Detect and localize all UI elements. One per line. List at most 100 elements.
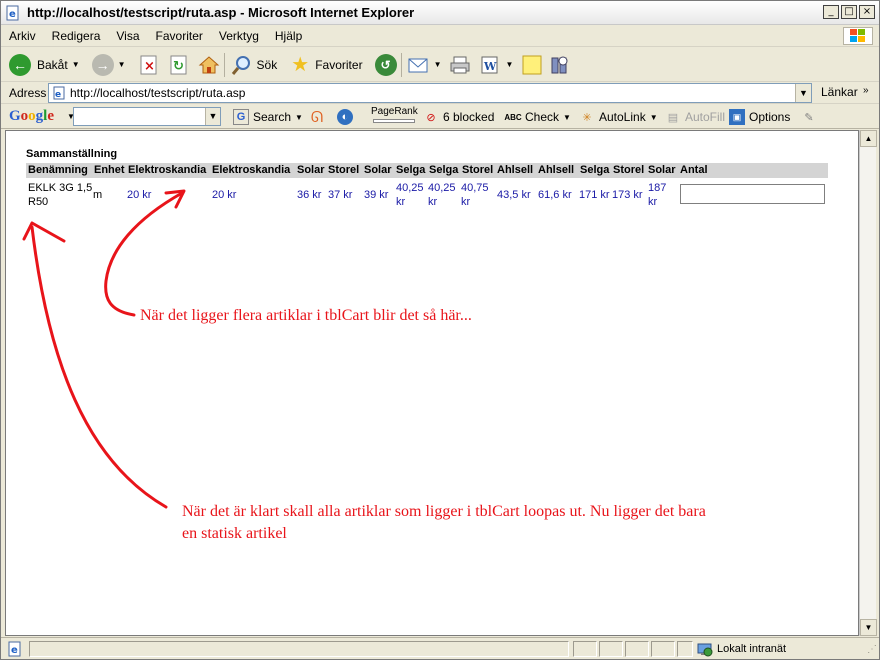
toolbar-separator (223, 52, 225, 77)
stop-button[interactable]: × (138, 54, 160, 76)
minimize-button[interactable]: _ (823, 5, 839, 19)
vertical-scrollbar[interactable]: ▲ ▼ (859, 130, 877, 636)
google-web-icon[interactable]: ᘏ (309, 109, 329, 126)
print-button[interactable] (449, 54, 471, 76)
forward-button[interactable]: → ▼ (91, 53, 126, 76)
back-dropdown-icon[interactable]: ▼ (72, 60, 80, 69)
star-icon: ★ (291, 54, 310, 76)
research-button[interactable] (549, 54, 571, 76)
autolink-button[interactable]: ✳ AutoLink ▼ (579, 109, 658, 125)
highlight-pen-icon[interactable]: ✎ (801, 109, 821, 125)
google-logo[interactable]: Google (9, 108, 54, 125)
svg-text:↻: ↻ (173, 59, 184, 74)
maximize-button[interactable]: □ (841, 5, 857, 19)
ie-status-icon: e (8, 641, 21, 657)
home-icon (198, 54, 220, 76)
pagerank-indicator[interactable]: PageRank (371, 107, 418, 123)
status-cell (651, 641, 675, 657)
search-button[interactable]: Sök (231, 54, 278, 76)
google-globe-icon[interactable]: ◐ (337, 109, 357, 125)
menu-hjalp[interactable]: Hjälp (267, 29, 310, 43)
svg-text:e: e (11, 645, 18, 656)
svg-text:e: e (55, 90, 61, 100)
abc-check-icon: ABC (504, 112, 522, 122)
menu-redigera[interactable]: Redigera (44, 29, 109, 43)
menu-visa[interactable]: Visa (108, 29, 147, 43)
back-arrow-icon: ← (9, 53, 31, 76)
search-label: Sök (256, 57, 278, 72)
menu-verktyg[interactable]: Verktyg (211, 29, 267, 43)
status-cell (677, 641, 693, 657)
home-button[interactable] (198, 54, 220, 76)
status-cell (599, 641, 623, 657)
options-button[interactable]: ▣ Options (729, 109, 790, 125)
spellcheck-button[interactable]: ABC Check ▼ (504, 109, 571, 125)
favorites-button[interactable]: ★ Favoriter (289, 54, 362, 76)
mail-dropdown-icon[interactable]: ▼ (434, 60, 442, 69)
scroll-up-icon[interactable]: ▲ (860, 130, 877, 147)
blocked-label: 6 blocked (443, 110, 495, 124)
google-search-dropdown-icon[interactable]: ▼ (205, 108, 220, 125)
mail-button[interactable]: ▼ (408, 54, 442, 76)
google-g-icon: G (233, 109, 249, 125)
autolink-icon: ✳ (582, 111, 592, 124)
address-bar: Adress e http://localhost/testscript/rut… (1, 82, 879, 104)
address-input[interactable]: e http://localhost/testscript/ruta.asp ▼ (48, 83, 812, 103)
pagerank-bar (373, 119, 416, 123)
stop-icon: × (138, 54, 160, 76)
status-bar: e Lokalt intranät ⋰ (1, 637, 879, 659)
title-bar: e http://localhost/testscript/ruta.asp -… (1, 1, 879, 25)
printer-icon (449, 54, 471, 76)
google-search-caret-icon[interactable]: ▼ (295, 113, 303, 122)
annotation-loop-line2: en statisk artikel (182, 525, 287, 542)
page-content: Sammanställning Benämning Enhet Elektros… (5, 130, 859, 636)
svg-text:W: W (483, 60, 497, 73)
svg-text:e: e (9, 9, 16, 20)
autolink-caret-icon[interactable]: ▼ (650, 113, 658, 122)
arrow-to-column-header (104, 191, 184, 317)
address-dropdown-icon[interactable]: ▼ (795, 84, 811, 102)
status-cell (573, 641, 597, 657)
google-toolbar: Google ▼ ▼ G Search ▼ ᘏ ◐ PageRank ⊘ 6 b… (1, 104, 879, 129)
discuss-button[interactable] (521, 54, 543, 76)
menu-arkiv[interactable]: Arkiv (1, 29, 44, 43)
zone-label: Lokalt intranät (717, 643, 787, 655)
autolink-label: AutoLink (599, 110, 646, 124)
resize-grip-icon[interactable]: ⋰ (867, 644, 877, 655)
edit-dropdown-icon[interactable]: ▼ (505, 60, 513, 69)
menu-favoriter[interactable]: Favoriter (148, 29, 211, 43)
intranet-globe-icon (697, 643, 713, 657)
check-caret-icon[interactable]: ▼ (563, 113, 571, 122)
security-zone[interactable]: Lokalt intranät (697, 641, 786, 657)
refresh-icon: ↻ (168, 54, 190, 76)
refresh-button[interactable]: ↻ (168, 54, 190, 76)
popup-blocker-button[interactable]: ⊘ 6 blocked (423, 109, 494, 125)
history-button[interactable]: ↺ (374, 53, 397, 76)
window-title: http://localhost/testscript/ruta.asp - M… (27, 5, 415, 20)
google-search-button[interactable]: G Search ▼ (233, 109, 303, 125)
autofill-icon: ▤ (667, 111, 679, 124)
links-chevron-icon[interactable]: » (863, 85, 869, 96)
scroll-down-icon[interactable]: ▼ (860, 619, 877, 636)
arrow-to-item-row-head (22, 221, 66, 243)
status-cell (625, 641, 649, 657)
annotation-loop-line1: När det är klart skall alla artiklar som… (182, 503, 706, 520)
edit-button[interactable]: W ▼ (479, 54, 513, 76)
standard-toolbar: ← Bakåt ▼ → ▼ × ↻ Sök ★ Favoriter ↺ ▼ W … (1, 48, 879, 82)
note-icon (521, 54, 543, 76)
google-search-label: Search (253, 110, 292, 124)
links-label[interactable]: Länkar (821, 85, 858, 99)
autofill-button[interactable]: ▤ AutoFill (665, 109, 725, 125)
google-search-input[interactable]: ▼ (73, 107, 221, 126)
back-button[interactable]: ← Bakåt ▼ (9, 53, 80, 76)
address-url: http://localhost/testscript/ruta.asp (70, 86, 246, 100)
close-button[interactable]: × (859, 5, 875, 19)
annotation-arrows (22, 189, 186, 509)
status-text-cell (29, 641, 569, 657)
forward-dropdown-icon[interactable]: ▼ (118, 60, 126, 69)
check-label: Check (525, 110, 560, 124)
favorites-label: Favoriter (315, 57, 363, 72)
address-label: Adress (9, 85, 47, 100)
svg-text:×: × (144, 59, 155, 74)
back-label: Bakåt (37, 57, 68, 72)
